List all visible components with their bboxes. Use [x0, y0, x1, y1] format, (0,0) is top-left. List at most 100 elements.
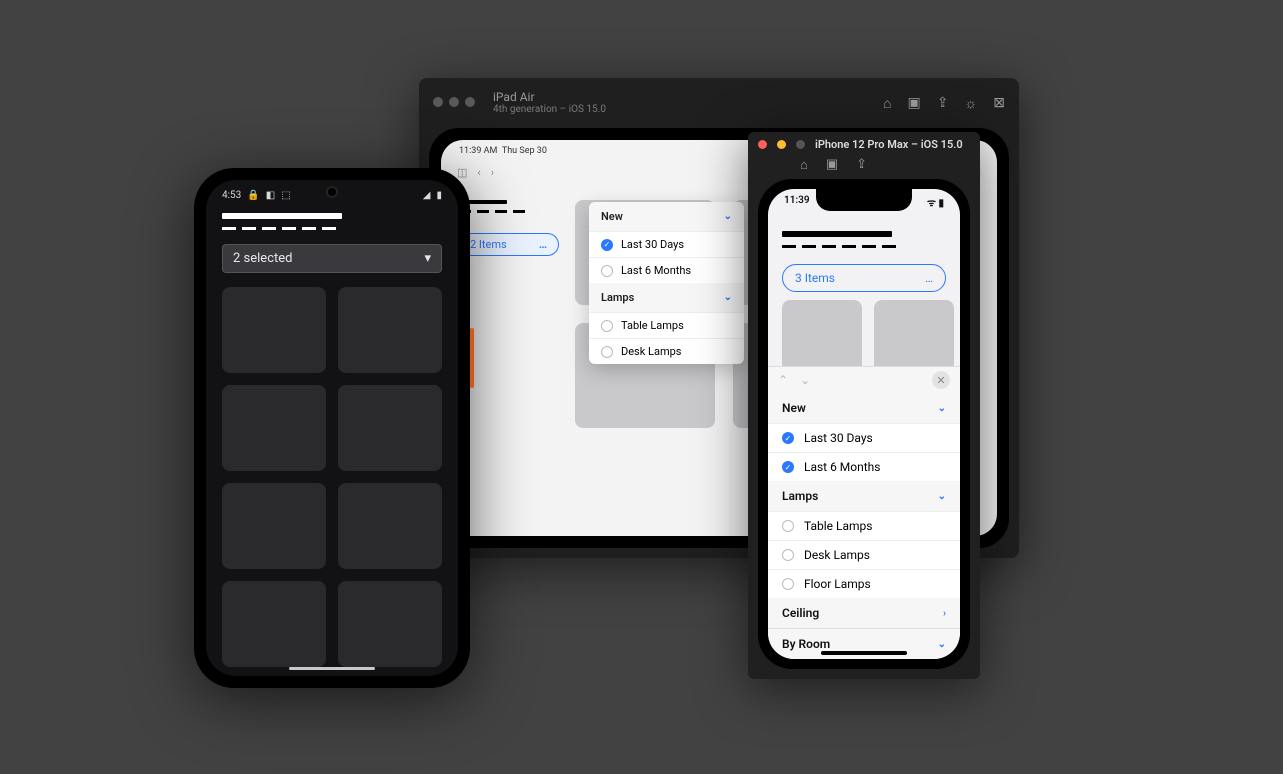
grid-tile[interactable]	[338, 581, 442, 667]
share-icon[interactable]: ⇪	[937, 95, 949, 112]
chevron-up-icon[interactable]: ⌃	[778, 373, 788, 387]
iphone-filter-chip[interactable]: 3 Items …	[782, 264, 946, 292]
radio-empty-icon	[601, 346, 613, 358]
android-header	[206, 203, 458, 236]
traffic-light-dots[interactable]	[433, 96, 481, 110]
android-select-label: 2 selected	[233, 251, 292, 266]
option-label: Desk Lamps	[621, 345, 681, 358]
sheet-handle-row: ⌃ ⌄ ✕	[768, 367, 960, 393]
iphone-status-icons: ᯤ ▮	[927, 195, 944, 209]
radio-selected-icon: ✓	[782, 461, 794, 473]
iphone-device-frame: 11:39 ᯤ ▮ 3 Items … ⌃	[758, 179, 970, 669]
radio-empty-icon	[601, 265, 613, 277]
redacted-title	[222, 213, 342, 219]
filter-option[interactable]: Last 6 Months	[589, 257, 744, 283]
ipad-filter-chip[interactable]: 2 Items …	[459, 233, 559, 256]
filter-option[interactable]: Desk Lamps	[589, 338, 744, 364]
iphone-filter-sheet: ⌃ ⌄ ✕ New ⌄ ✓Last 30 Days ✓ Last 6 Months…	[768, 366, 960, 659]
ipad-subtitle: 4th generation – iOS 15.0	[493, 104, 606, 116]
sheet-section-new[interactable]: New ⌄	[768, 393, 960, 423]
android-screen: 4:53 🔒 ◧ ⬚ ◢ ▮ 2 selected ▾	[206, 180, 458, 676]
filter-option[interactable]: ✓ Last 30 Days	[589, 231, 744, 257]
gesture-bar[interactable]	[289, 667, 375, 670]
home-indicator[interactable]	[821, 651, 907, 655]
grid-tile[interactable]	[222, 385, 326, 471]
android-status-time: 4:53	[222, 190, 241, 201]
iphone-chip-menu-icon[interactable]: …	[925, 271, 933, 285]
screenshot-icon[interactable]: ▣	[826, 157, 838, 173]
grid-tile[interactable]	[222, 581, 326, 667]
redacted-subtitle	[222, 227, 442, 230]
ipad-titlebar: iPad Air 4th generation – iOS 15.0 ⌂ ▣ ⇪…	[419, 78, 1019, 128]
filter-option[interactable]: Table Lamps	[589, 312, 744, 338]
grid-tile[interactable]	[222, 287, 326, 373]
grid-tile[interactable]	[782, 300, 862, 374]
screenshot-icon[interactable]: ▣	[907, 95, 920, 112]
filter-option[interactable]: Table Lamps	[768, 511, 960, 540]
chevron-down-icon: ⌄	[724, 211, 732, 222]
android-product-grid	[206, 273, 458, 676]
popover-section-lamps[interactable]: Lamps ⌄	[589, 283, 744, 312]
traffic-max-icon[interactable]	[796, 140, 805, 149]
grid-tile[interactable]	[338, 287, 442, 373]
section-title-text: Lamps	[782, 489, 818, 503]
sidebar-toggle-icon[interactable]: ◫	[457, 166, 467, 179]
option-label: Last 6 Months	[804, 460, 880, 474]
iphone-screen: 11:39 ᯤ ▮ 3 Items … ⌃	[768, 189, 960, 659]
sheet-section-ceiling[interactable]: Ceiling ›	[768, 598, 960, 628]
forward-icon[interactable]: ›	[491, 166, 494, 179]
filter-option[interactable]: Floor Lamps	[768, 569, 960, 598]
home-icon[interactable]: ⌂	[883, 95, 891, 112]
section-title-text: Ceiling	[782, 606, 819, 620]
chevron-down-icon: ⌄	[938, 639, 946, 650]
chevron-down-icon[interactable]: ⌄	[800, 373, 810, 387]
grid-tile[interactable]	[222, 483, 326, 569]
chevron-right-icon: ›	[943, 608, 946, 619]
filter-option[interactable]: ✓ Last 6 Months	[768, 452, 960, 481]
grid-tile[interactable]	[338, 385, 442, 471]
option-label: Last 30 Days	[621, 238, 684, 251]
chevron-down-icon: ⌄	[724, 292, 732, 303]
popover-section-new[interactable]: New ⌄	[589, 202, 744, 231]
ipad-chip-label: 2 Items	[470, 238, 507, 251]
battery-icon: ▮	[436, 190, 442, 201]
close-icon[interactable]: ⊠	[993, 95, 1005, 112]
chevron-down-icon: ⌄	[938, 403, 946, 414]
square-icon: ◧	[266, 190, 275, 201]
traffic-close-icon[interactable]	[758, 140, 767, 149]
power-button[interactable]	[470, 328, 474, 388]
section-title-text: Lamps	[601, 291, 634, 304]
radio-empty-icon	[782, 520, 794, 532]
traffic-min-icon[interactable]	[777, 140, 786, 149]
option-label: Last 30 Days	[804, 431, 873, 445]
front-camera	[326, 186, 338, 198]
android-device-frame: 4:53 🔒 ◧ ⬚ ◢ ▮ 2 selected ▾	[194, 168, 470, 688]
redacted-subtitle	[782, 245, 946, 248]
home-icon[interactable]: ⌂	[800, 157, 808, 173]
iphone-window-title: iPhone 12 Pro Max – iOS 15.0	[815, 138, 963, 151]
iphone-subtoolbar: ⌂ ▣ ⇪	[748, 157, 980, 179]
share-icon[interactable]: ⇪	[856, 157, 867, 173]
back-icon[interactable]: ‹	[477, 166, 480, 179]
grid-tile[interactable]	[338, 483, 442, 569]
ipad-chip-menu-icon[interactable]: …	[539, 238, 548, 251]
option-label: Desk Lamps	[804, 548, 870, 562]
brightness-icon[interactable]: ☼	[964, 95, 977, 112]
chevron-down-icon: ⌄	[938, 491, 946, 502]
option-label: Last 6 Months	[621, 264, 691, 277]
radio-empty-icon	[782, 578, 794, 590]
filter-option[interactable]: Desk Lamps	[768, 540, 960, 569]
notif-icon: ⬚	[281, 190, 290, 201]
sheet-close-icon[interactable]: ✕	[932, 371, 950, 389]
android-filter-select[interactable]: 2 selected ▾	[222, 244, 442, 273]
filter-option[interactable]: ✓Last 30 Days	[768, 423, 960, 452]
sheet-section-lamps[interactable]: Lamps ⌄	[768, 481, 960, 511]
iphone-header	[768, 209, 960, 254]
ipad-filter-popover: New ⌄ ✓ Last 30 Days Last 6 Months Lamps…	[589, 202, 744, 364]
grid-tile[interactable]	[874, 300, 954, 374]
ipad-filter-column: 2 Items …	[459, 200, 559, 534]
option-label: Table Lamps	[621, 319, 684, 332]
section-title-text: By Room	[782, 637, 830, 651]
radio-selected-icon: ✓	[601, 239, 613, 251]
section-title-text: New	[601, 210, 623, 223]
